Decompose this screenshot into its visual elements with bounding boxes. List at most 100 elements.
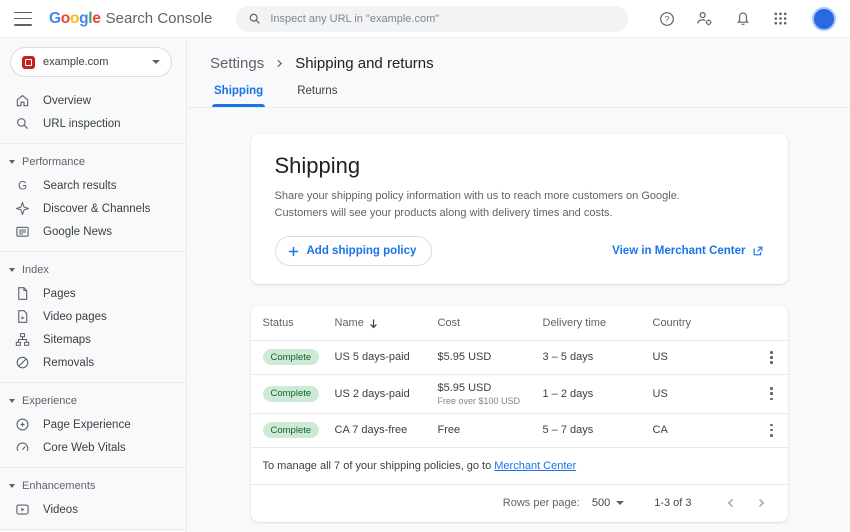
sidebar-navigation: example.com Overview URL inspection Perf… [0,38,187,532]
table-row[interactable]: Complete US 5 days-paid $5.95 USD 3 – 5 … [251,340,788,374]
breadcrumb: Settings Shipping and returns [188,38,850,85]
policy-name: CA 7 days-free [335,424,438,436]
previous-page-icon[interactable] [720,492,742,514]
column-header-name[interactable]: Name [335,317,438,329]
table-footer-note: To manage all 7 of your shipping policie… [251,447,788,484]
google-g-icon: G [15,178,30,193]
card-actions: Add shipping policy View in Merchant Cen… [275,236,764,266]
sidebar-item-core-web-vitals[interactable]: Core Web Vitals [0,436,186,459]
chevron-down-icon [9,484,15,488]
view-in-merchant-center-link[interactable]: View in Merchant Center [612,245,763,257]
status-badge: Complete [263,422,320,438]
tab-shipping[interactable]: Shipping [212,85,265,107]
google-logo: Google [49,10,101,28]
row-menu-kebab-icon[interactable] [767,348,776,367]
svg-text:G: G [18,180,27,193]
section-toggle-performance[interactable]: Performance [0,149,186,174]
sidebar-item-pages[interactable]: Pages [0,282,186,305]
policy-cost: $5.95 USD [438,351,543,363]
column-header-cost[interactable]: Cost [438,317,543,329]
sidebar-item-url-inspection[interactable]: URL inspection [0,112,186,135]
next-page-icon[interactable] [750,492,772,514]
content-area: Shipping Share your shipping policy info… [188,108,850,532]
property-icon [22,56,35,69]
column-header-delivery-time[interactable]: Delivery time [543,317,653,329]
product-name: Search Console [106,10,213,27]
add-button-label: Add shipping policy [307,245,417,257]
page-experience-icon [15,417,30,432]
sidebar-item-label: Google News [43,226,112,238]
column-header-status[interactable]: Status [263,317,335,329]
sidebar-item-page-experience[interactable]: Page Experience [0,413,186,436]
app-logo[interactable]: Google Search Console [49,10,212,28]
table-row[interactable]: Complete CA 7 days-free Free 5 – 7 days … [251,413,788,447]
sidebar-item-search-results[interactable]: G Search results [0,174,186,197]
pagination-bar: Rows per page: 500 1-3 of 3 [251,484,788,522]
home-icon [15,93,30,108]
video-pages-icon [15,309,30,324]
sidebar-section-enhancements: Enhancements Videos [0,467,186,521]
section-label: Experience [22,395,77,407]
description-line-1: Share your shipping policy information w… [275,188,764,205]
breadcrumb-current: Shipping and returns [295,55,433,72]
section-label: Index [22,264,49,276]
top-app-bar: Google Search Console ? [0,0,850,38]
sidebar-item-videos[interactable]: Videos [0,498,186,521]
shipping-description: Share your shipping policy information w… [275,188,764,221]
sidebar-item-label: Removals [43,357,94,369]
sidebar-item-label: Overview [43,95,91,107]
sidebar-item-label: Discover & Channels [43,203,150,215]
sidebar-item-label: Videos [43,504,78,516]
sidebar-item-video-pages[interactable]: Video pages [0,305,186,328]
sidebar-item-discover-channels[interactable]: Discover & Channels [0,197,186,220]
table-row[interactable]: Complete US 2 days-paid $5.95 USD Free o… [251,374,788,413]
shipping-policies-table: Status Name Cost Delivery time Country C… [251,306,788,522]
google-apps-grid-icon[interactable] [772,10,789,27]
property-selector[interactable]: example.com [10,47,172,77]
pagination-range: 1-3 of 3 [654,497,691,509]
section-toggle-enhancements[interactable]: Enhancements [0,473,186,498]
row-menu-kebab-icon[interactable] [767,384,776,403]
sidebar-item-label: Pages [43,288,76,300]
user-settings-icon[interactable] [696,10,713,27]
url-inspection-searchbar[interactable] [236,6,628,32]
section-toggle-experience[interactable]: Experience [0,388,186,413]
sidebar-item-google-news[interactable]: Google News [0,220,186,243]
column-header-country[interactable]: Country [653,317,756,329]
status-badge: Complete [263,386,320,402]
topbar-actions: ? [658,7,836,31]
chevron-down-icon [9,160,15,164]
policy-cost: $5.95 USD Free over $100 USD [438,382,543,406]
account-avatar[interactable] [812,7,836,31]
notifications-bell-icon[interactable] [734,10,751,27]
merchant-center-link-label: View in Merchant Center [612,245,745,257]
url-inspect-input[interactable] [270,13,616,25]
sidebar-item-sitemaps[interactable]: Sitemaps [0,328,186,351]
rows-per-page-label: Rows per page: [503,497,580,509]
row-menu-kebab-icon[interactable] [767,421,776,440]
section-label: Performance [22,156,85,168]
sidebar-item-removals[interactable]: Removals [0,351,186,374]
sidebar-item-label: URL inspection [43,118,121,130]
breadcrumb-settings[interactable]: Settings [210,55,264,72]
policy-name: US 2 days-paid [335,388,438,400]
section-toggle-index[interactable]: Index [0,257,186,282]
policy-name: US 5 days-paid [335,351,438,363]
chevron-down-icon [152,60,160,64]
merchant-center-footer-link[interactable]: Merchant Center [494,460,576,472]
status-badge: Complete [263,349,320,365]
policy-delivery-time: 1 – 2 days [543,388,653,400]
add-shipping-policy-button[interactable]: Add shipping policy [275,236,433,266]
page-title: Shipping [275,153,764,179]
svg-text:?: ? [664,14,669,24]
sidebar-item-label: Video pages [43,311,107,323]
tab-returns[interactable]: Returns [295,85,339,107]
help-icon[interactable]: ? [658,10,675,27]
sidebar-item-label: Search results [43,180,117,192]
hamburger-menu-icon[interactable] [14,12,32,26]
policy-cost-main: $5.95 USD [438,382,543,394]
rows-per-page-select[interactable]: 500 [592,497,624,509]
sidebar-section-index: Index Pages Video pages Sitemaps Removal… [0,251,186,374]
sidebar-item-overview[interactable]: Overview [0,89,186,112]
policy-cost: Free [438,424,543,436]
